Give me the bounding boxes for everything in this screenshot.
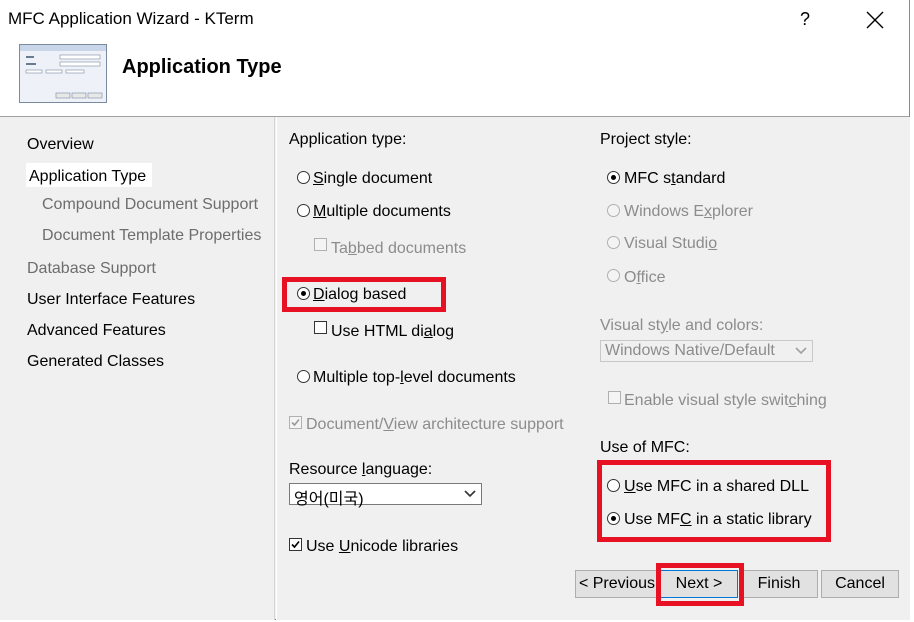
visual-style-select[interactable]: Windows Native/Default <box>600 340 813 362</box>
unicode-libraries-checkbox[interactable] <box>289 538 302 551</box>
single-document-label[interactable]: Single document <box>313 170 432 188</box>
cancel-button[interactable]: Cancel <box>821 570 899 598</box>
wizard-thumbnail-icon <box>19 44 107 103</box>
project-style-heading: Project style: <box>600 131 692 148</box>
visual-studio-radio[interactable] <box>607 236 620 249</box>
close-icon <box>866 11 884 29</box>
multiple-documents-label[interactable]: Multiple documents <box>313 203 451 221</box>
title-bar: MFC Application Wizard - KTerm ? <box>0 0 909 38</box>
single-document-radio[interactable] <box>297 171 310 184</box>
office-radio[interactable] <box>607 269 620 282</box>
nav-item-overview[interactable]: Overview <box>27 136 94 154</box>
mfc-standard-label[interactable]: MFC standard <box>624 170 725 188</box>
wizard-header: Application Type <box>0 38 909 117</box>
visual-studio-label[interactable]: Visual Studio <box>624 235 717 253</box>
resource-language-label: Resource language: <box>289 461 433 478</box>
use-html-dialog-label[interactable]: Use HTML dialog <box>331 323 454 341</box>
nav-item-advanced-features[interactable]: Advanced Features <box>27 322 166 340</box>
resource-language-select[interactable]: 영어(미국) <box>289 483 482 508</box>
nav-item-compound-document-support[interactable]: Compound Document Support <box>42 196 258 214</box>
dialog-based-highlight <box>282 277 446 312</box>
checkmark-icon <box>291 418 300 427</box>
checkmark-icon <box>291 540 300 549</box>
use-of-mfc-highlight <box>597 460 831 542</box>
multiple-documents-radio[interactable] <box>297 204 310 217</box>
use-html-dialog-checkbox[interactable] <box>314 321 327 334</box>
docview-support-label[interactable]: Document/View architecture support <box>306 416 564 434</box>
style-switching-checkbox[interactable] <box>608 391 621 404</box>
wizard-window: MFC Application Wizard - KTerm ? Applica… <box>0 0 910 620</box>
mfc-standard-radio[interactable] <box>607 171 620 184</box>
previous-button[interactable]: < Previous <box>575 570 659 598</box>
finish-button[interactable]: Finish <box>740 570 818 598</box>
chevron-down-icon <box>795 347 807 355</box>
nav-item-user-interface-features[interactable]: User Interface Features <box>27 291 195 309</box>
unicode-libraries-label[interactable]: Use Unicode libraries <box>306 538 458 556</box>
next-button-highlight <box>656 563 744 606</box>
nav-item-application-type[interactable]: Application Type <box>29 168 146 186</box>
use-of-mfc-heading: Use of MFC: <box>600 439 690 456</box>
wizard-nav: Overview Application Type Compound Docum… <box>0 117 275 620</box>
multiple-top-level-radio[interactable] <box>297 370 310 383</box>
visual-style-label: Visual style and colors: <box>600 317 764 334</box>
nav-item-document-template-properties[interactable]: Document Template Properties <box>42 227 261 245</box>
office-label[interactable]: Office <box>624 269 666 287</box>
tabbed-documents-checkbox[interactable] <box>314 238 327 251</box>
page-title: Application Type <box>122 56 282 78</box>
docview-support-checkbox[interactable] <box>289 416 302 429</box>
multiple-top-level-label[interactable]: Multiple top-level documents <box>313 369 516 387</box>
close-button[interactable] <box>848 0 902 38</box>
windows-explorer-radio[interactable] <box>607 204 620 217</box>
tabbed-documents-label[interactable]: Tabbed documents <box>331 240 466 258</box>
wizard-content: Application type: Single document Multip… <box>276 117 910 620</box>
window-title: MFC Application Wizard - KTerm <box>8 9 254 28</box>
nav-item-generated-classes[interactable]: Generated Classes <box>27 353 164 371</box>
help-button[interactable]: ? <box>780 0 830 38</box>
help-icon: ? <box>799 9 810 29</box>
nav-item-database-support[interactable]: Database Support <box>27 260 156 278</box>
style-switching-label[interactable]: Enable visual style switching <box>624 392 827 410</box>
application-type-heading: Application type: <box>289 131 407 148</box>
windows-explorer-label[interactable]: Windows Explorer <box>624 203 753 221</box>
chevron-down-icon <box>464 490 476 498</box>
